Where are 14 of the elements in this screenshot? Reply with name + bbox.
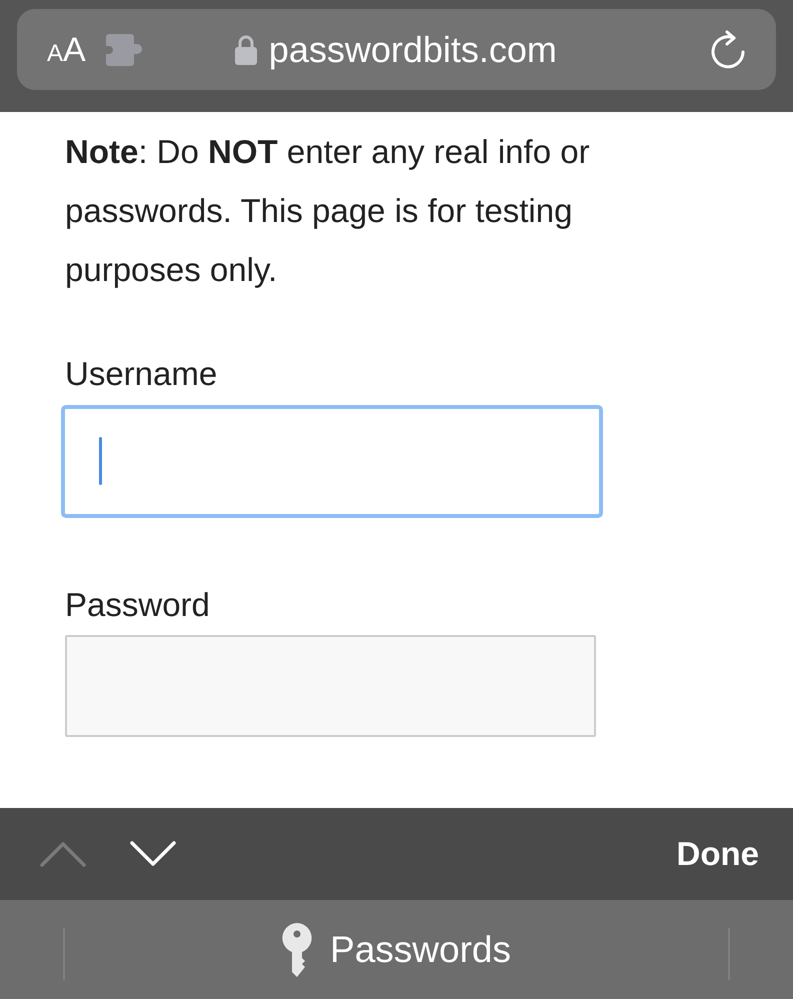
address-bar[interactable]: AA passwordbits.com — [17, 9, 776, 90]
input-field[interactable] — [61, 404, 603, 518]
down-chevron-icon[interactable] — [130, 841, 176, 867]
puzzle-icon[interactable] — [104, 34, 142, 66]
text-size-button[interactable]: AA — [47, 32, 86, 66]
reload-icon[interactable] — [710, 30, 746, 70]
done-button[interactable]: Done — [676, 829, 759, 879]
note-text: Note: Do NOT enter any real info or passwords. This page is for testing purposes only. — [65, 132, 591, 290]
passwords-button[interactable]: Passwords — [282, 922, 511, 978]
field-label: Password — [65, 584, 211, 624]
key-icon — [282, 922, 312, 976]
field-label: Username — [65, 354, 218, 394]
url-text: passwordbits.com — [268, 28, 557, 72]
input-field[interactable] — [65, 635, 596, 737]
